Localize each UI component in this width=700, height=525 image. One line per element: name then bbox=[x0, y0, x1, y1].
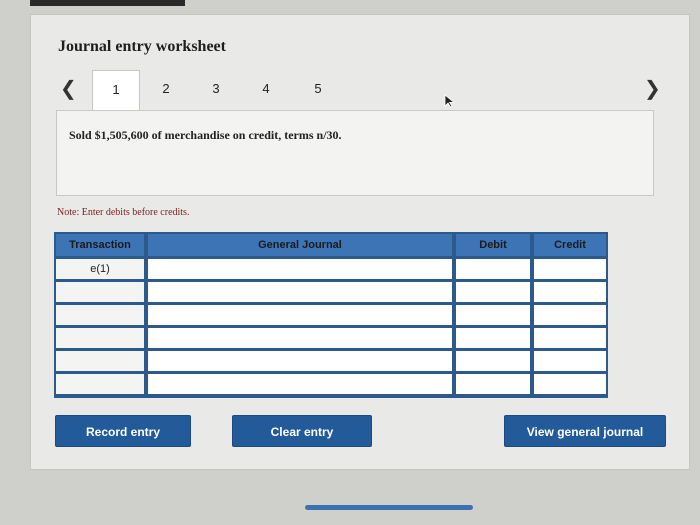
view-general-journal-button[interactable]: View general journal bbox=[504, 415, 666, 447]
table-row-transaction bbox=[56, 328, 144, 348]
transaction-description-box: Sold $1,505,600 of merchandise on credit… bbox=[56, 110, 654, 196]
debit-input[interactable] bbox=[456, 282, 530, 302]
transaction-description: Sold $1,505,600 of merchandise on credit… bbox=[69, 128, 342, 142]
tab-4[interactable]: 4 bbox=[242, 70, 290, 110]
table-row-transaction bbox=[56, 282, 144, 302]
credit-input[interactable] bbox=[534, 374, 606, 394]
table-row-transaction bbox=[56, 305, 144, 325]
header-transaction: Transaction bbox=[56, 234, 144, 256]
credit-input[interactable] bbox=[534, 305, 606, 325]
tab-3[interactable]: 3 bbox=[192, 70, 240, 110]
record-entry-button[interactable]: Record entry bbox=[55, 415, 191, 447]
tab-1[interactable]: 1 bbox=[92, 70, 140, 110]
mouse-cursor-icon bbox=[444, 94, 456, 108]
table-row-transaction bbox=[56, 374, 144, 394]
account-input[interactable] bbox=[148, 374, 452, 394]
header-debit: Debit bbox=[456, 234, 530, 256]
debit-input[interactable] bbox=[456, 305, 530, 325]
instruction-note: Note: Enter debits before credits. bbox=[57, 207, 190, 218]
tab-5[interactable]: 5 bbox=[294, 70, 342, 110]
credit-input[interactable] bbox=[534, 282, 606, 302]
header-general-journal: General Journal bbox=[148, 234, 452, 256]
chevron-right-icon[interactable]: ❯ bbox=[644, 76, 661, 100]
account-input[interactable] bbox=[148, 259, 452, 279]
account-input[interactable] bbox=[148, 305, 452, 325]
credit-input[interactable] bbox=[534, 351, 606, 371]
debit-input[interactable] bbox=[456, 351, 530, 371]
credit-input[interactable] bbox=[534, 328, 606, 348]
tab-2[interactable]: 2 bbox=[142, 70, 190, 110]
table-row-transaction bbox=[56, 351, 144, 371]
account-input[interactable] bbox=[148, 351, 452, 371]
account-input[interactable] bbox=[148, 282, 452, 302]
page-title: Journal entry worksheet bbox=[58, 38, 226, 55]
journal-entry-table: Transaction General Journal Debit Credit… bbox=[54, 232, 608, 398]
credit-input[interactable] bbox=[534, 259, 606, 279]
scroll-indicator bbox=[305, 505, 473, 510]
top-bar bbox=[30, 0, 185, 6]
clear-entry-button[interactable]: Clear entry bbox=[232, 415, 372, 447]
table-row-transaction: e(1) bbox=[56, 259, 144, 279]
chevron-left-icon[interactable]: ❮ bbox=[60, 76, 77, 100]
header-credit: Credit bbox=[534, 234, 606, 256]
debit-input[interactable] bbox=[456, 374, 530, 394]
debit-input[interactable] bbox=[456, 259, 530, 279]
account-input[interactable] bbox=[148, 328, 452, 348]
debit-input[interactable] bbox=[456, 328, 530, 348]
